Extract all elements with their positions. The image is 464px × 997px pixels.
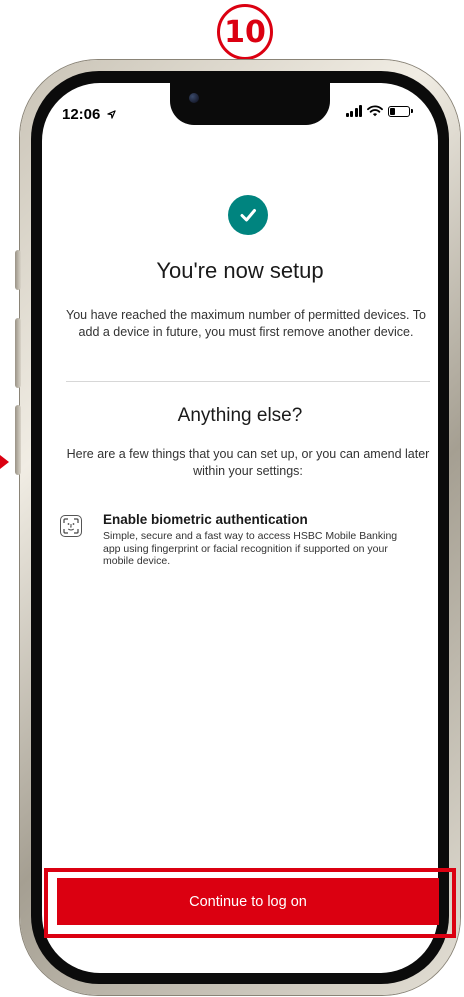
setup-options-intro: Here are a few things that you can set u…	[66, 447, 430, 478]
app-screen: 12:06 You're now setup You have reached …	[42, 83, 438, 973]
location-arrow-icon	[106, 110, 116, 119]
volume-up-button	[15, 318, 21, 388]
max-devices-message: You have reached the maximum number of p…	[66, 308, 426, 339]
success-check-icon	[228, 195, 268, 235]
section-heading: Anything else?	[177, 405, 303, 426]
step-number-badge: 10	[217, 4, 273, 60]
front-camera-icon	[189, 93, 199, 103]
continue-to-log-on-button[interactable]: Continue to log on	[57, 878, 439, 925]
volume-down-button	[15, 405, 21, 475]
wifi-icon	[367, 105, 383, 117]
battery-icon	[388, 105, 413, 117]
biometric-option-title[interactable]: Enable biometric authentication	[103, 512, 308, 527]
silent-switch	[15, 250, 21, 290]
cellular-signal-icon	[345, 105, 362, 117]
divider	[66, 381, 430, 382]
page-title: You're now setup	[156, 258, 324, 283]
notch	[170, 83, 330, 125]
status-time: 12:06	[62, 106, 116, 123]
status-time-text: 12:06	[62, 106, 101, 123]
status-icons	[345, 105, 413, 117]
pointer-arrow-icon	[0, 455, 9, 469]
face-id-icon	[60, 515, 82, 537]
biometric-option-description: Simple, secure and a fast way to access …	[103, 530, 398, 567]
